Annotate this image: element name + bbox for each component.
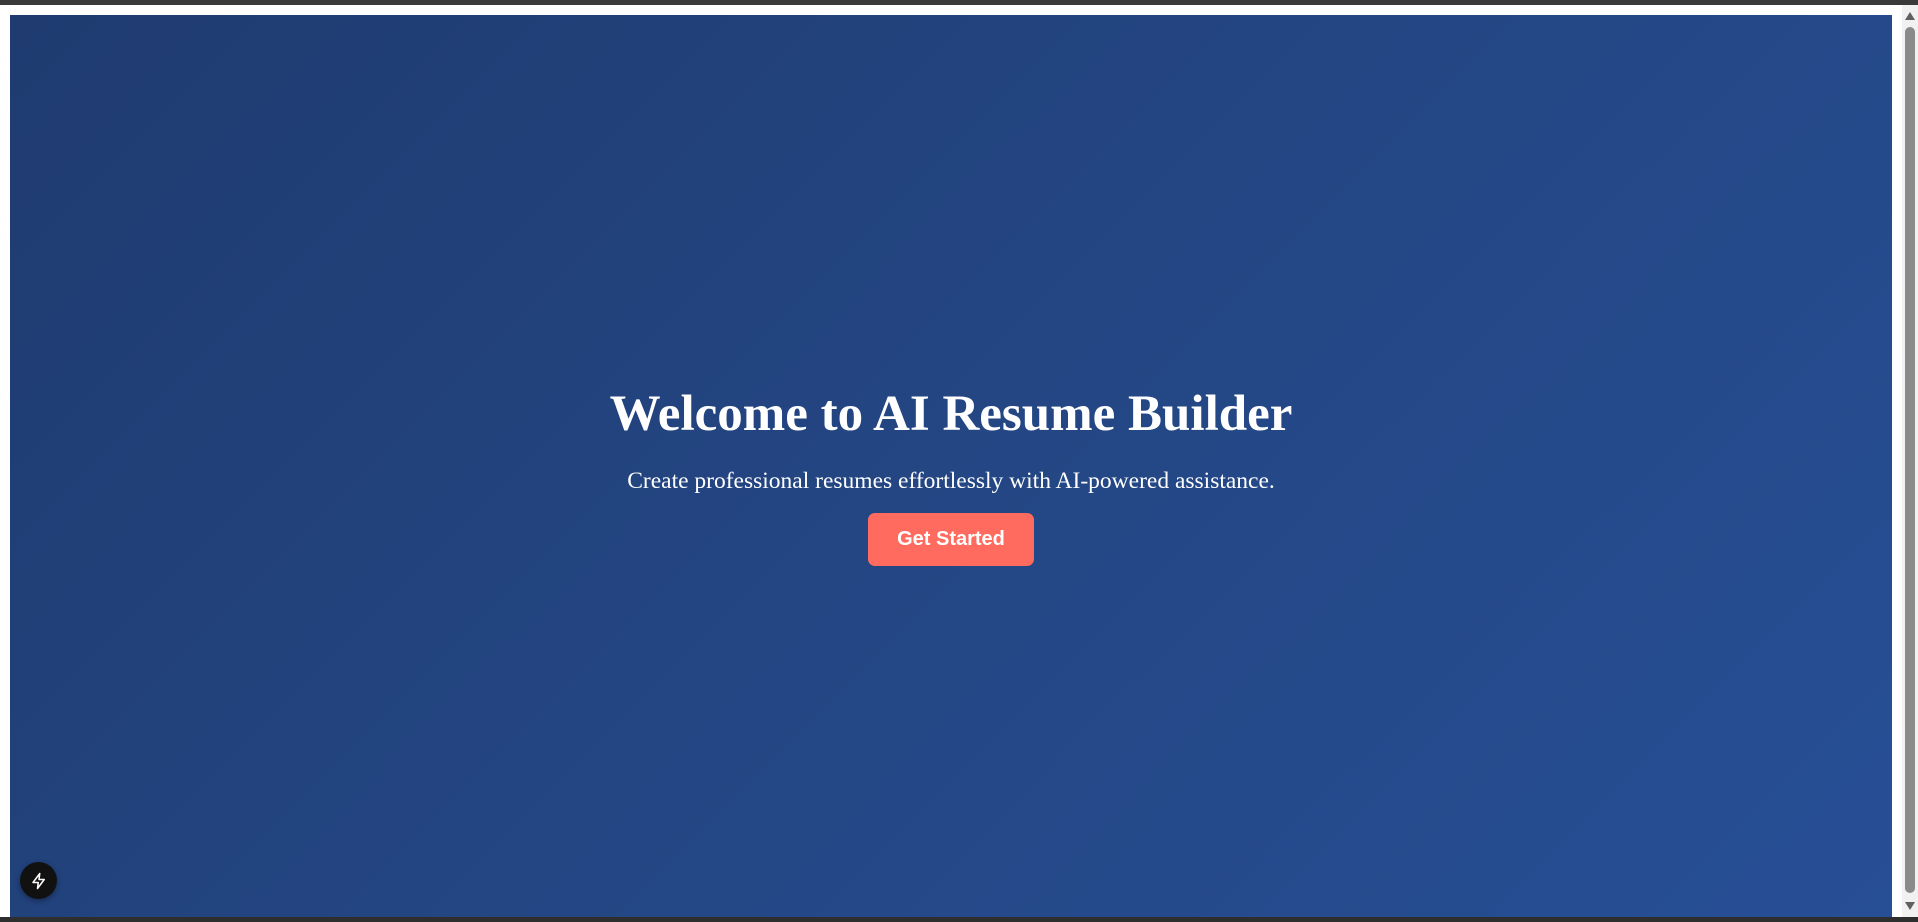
scroll-up-button[interactable]: [1902, 8, 1918, 24]
scroll-down-button[interactable]: [1902, 898, 1918, 914]
hero-content: Welcome to AI Resume Builder Create prof…: [609, 385, 1293, 567]
hero-section: Welcome to AI Resume Builder Create prof…: [10, 15, 1892, 917]
top-border: [0, 0, 1918, 5]
hero-title: Welcome to AI Resume Builder: [609, 385, 1293, 442]
lightning-icon: [31, 872, 45, 889]
triangle-down-icon: [1905, 902, 1915, 910]
browser-viewport: Welcome to AI Resume Builder Create prof…: [0, 0, 1918, 922]
scroll-thumb[interactable]: [1905, 27, 1915, 893]
bottom-border: [0, 917, 1918, 922]
hero-subtitle: Create professional resumes effortlessly…: [627, 468, 1275, 495]
vertical-scrollbar[interactable]: [1902, 5, 1918, 917]
get-started-button[interactable]: Get Started: [868, 513, 1034, 567]
triangle-up-icon: [1905, 12, 1915, 20]
dev-tools-badge[interactable]: [20, 862, 57, 899]
